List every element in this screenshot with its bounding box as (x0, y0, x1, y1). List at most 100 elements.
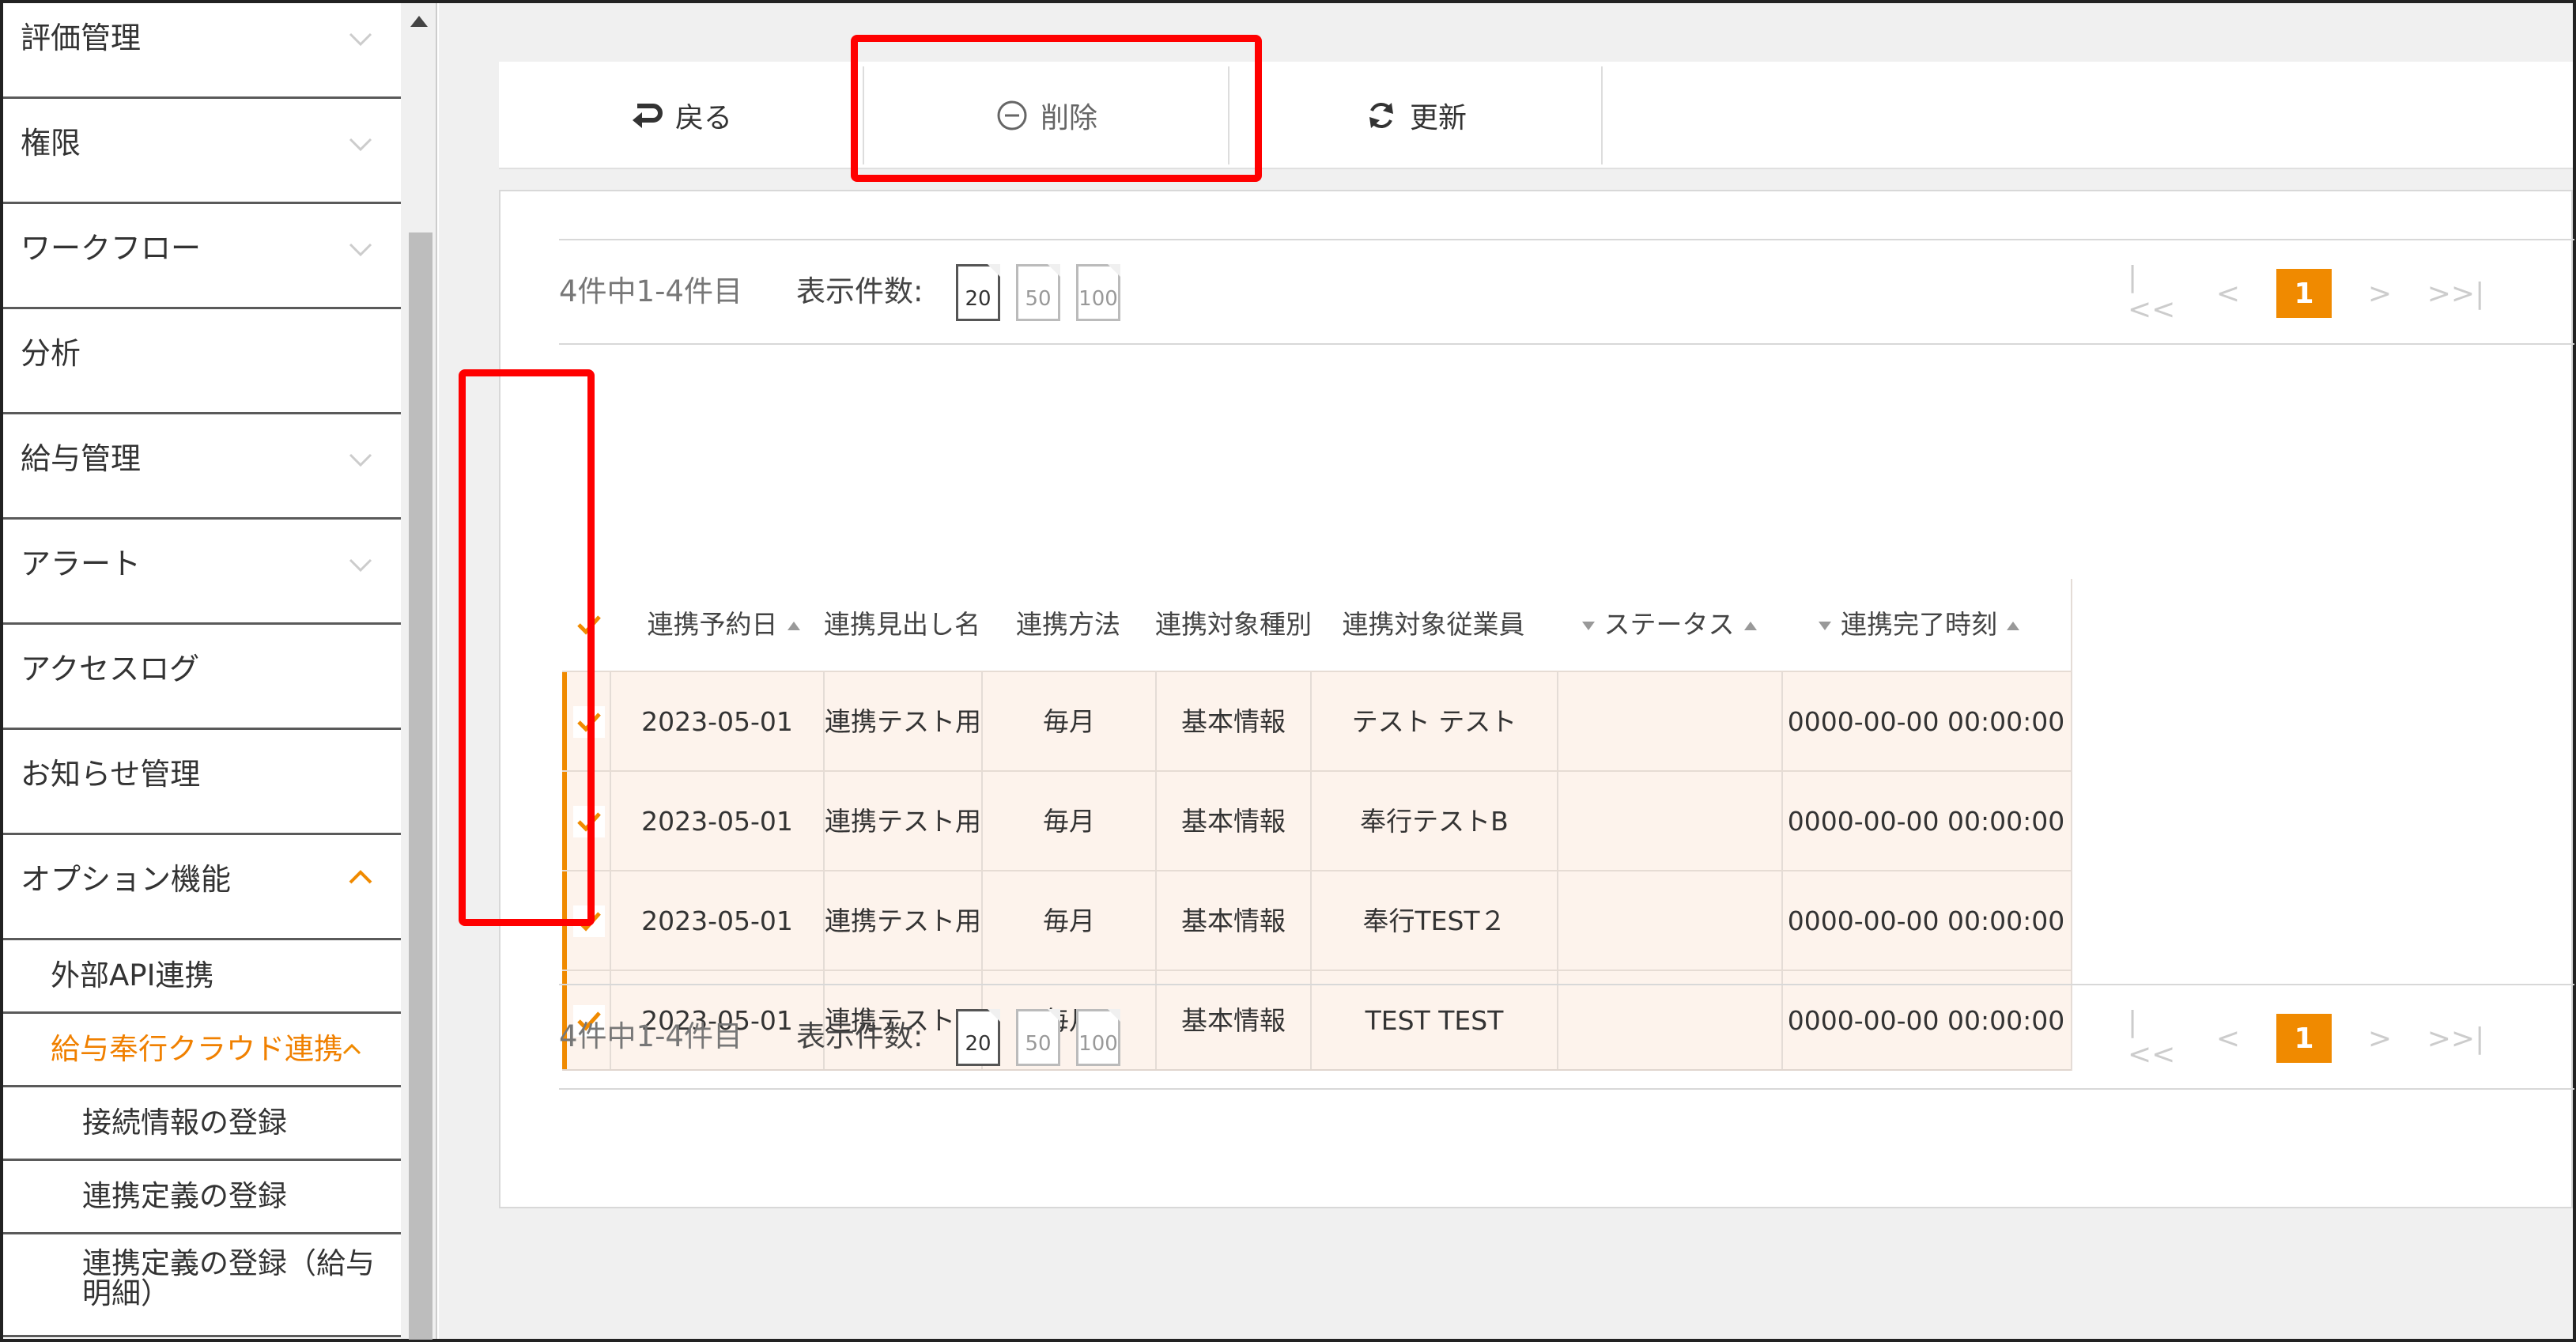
toolbar-divider (1601, 66, 1603, 164)
select-all-checkbox[interactable] (572, 607, 606, 642)
cell-status (1558, 871, 1781, 971)
first-page-icon[interactable]: |<< (2128, 261, 2183, 326)
sort-desc-icon (1581, 622, 1595, 630)
sidebar-sub-label: 外部API連携 (51, 958, 214, 992)
column-header-employee[interactable]: 連携対象従業員 (1310, 579, 1557, 671)
page-size-50[interactable]: 50 (1016, 1009, 1060, 1066)
prev-page-icon[interactable]: < (2200, 269, 2256, 318)
sidebar-item-permission[interactable]: 権限 (3, 99, 401, 204)
last-page-icon[interactable]: >>| (2427, 1014, 2484, 1063)
page-size-50[interactable]: 50 (1016, 264, 1060, 321)
cell-method: 毎月 (1043, 706, 1095, 737)
cell-employee: 奉行テストB (1360, 806, 1509, 837)
table-row[interactable]: 2023-05-01 連携テスト用 毎月 基本情報 テスト テスト 0000-0… (562, 671, 2072, 772)
sidebar-item-payroll[interactable]: 給与管理 (3, 414, 401, 520)
sidebar-item-options[interactable]: オプション機能 (3, 835, 401, 940)
sidebar-sub-link-definition-payslip[interactable]: 連携定義の登録（給与明細） (3, 1234, 401, 1337)
first-page-icon[interactable]: |<< (2128, 1006, 2183, 1071)
refresh-button[interactable]: 更新 (1229, 62, 1601, 169)
row-checkbox[interactable] (572, 804, 606, 839)
scrollbar-thumb[interactable] (409, 232, 432, 1340)
sidebar-item-label: 給与管理 (21, 441, 142, 476)
next-page-icon[interactable]: > (2352, 1014, 2408, 1063)
cell-completed: 0000-00-00 00:00:00 (1787, 806, 2065, 837)
chevron-down-icon (349, 32, 372, 47)
sidebar-sub-connection-info[interactable]: 接続情報の登録 (3, 1087, 401, 1161)
delete-button[interactable]: 削除 (864, 62, 1228, 169)
cell-date: 2023-05-01 (641, 905, 793, 936)
last-page-icon[interactable]: >>| (2427, 269, 2484, 318)
current-page-button[interactable]: 1 (2276, 269, 2332, 318)
next-page-icon[interactable]: > (2352, 269, 2408, 318)
sidebar-item-analysis[interactable]: 分析 (3, 309, 401, 414)
row-selected-indicator (562, 772, 567, 871)
cell-date: 2023-05-01 (641, 806, 793, 837)
cell-type: 基本情報 (1181, 706, 1286, 737)
sidebar-item-workflow[interactable]: ワークフロー (3, 204, 401, 309)
sidebar-item-label: アクセスログ (21, 652, 200, 686)
sort-asc-icon (1743, 622, 1757, 630)
scroll-up-arrow-icon[interactable] (410, 16, 428, 27)
sidebar-sub-link-definition[interactable]: 連携定義の登録 (3, 1161, 401, 1234)
table-row[interactable]: 2023-05-01 連携テスト用 毎月 基本情報 奉行TEST２ 0000-0… (562, 870, 2072, 971)
page-size-100[interactable]: 100 (1076, 264, 1120, 321)
sidebar-item-alert[interactable]: アラート (3, 520, 401, 625)
sidebar-scrollbar[interactable] (401, 3, 437, 1340)
cell-employee: 奉行TEST２ (1362, 905, 1506, 936)
minus-circle-icon (997, 100, 1027, 130)
sidebar-item-label: お知らせ管理 (21, 757, 201, 792)
column-header-completed[interactable]: 連携完了時刻 (1781, 579, 2057, 671)
cell-title: 連携テスト用 (825, 706, 981, 737)
column-header-method[interactable]: 連携方法 (981, 579, 1155, 671)
back-button-label: 戻る (674, 102, 732, 134)
sidebar-item-label: アラート (21, 546, 142, 581)
cell-status (1558, 672, 1781, 772)
return-arrow-icon (632, 104, 663, 128)
chevron-down-icon (349, 453, 372, 467)
sidebar-item-evaluation[interactable]: 評価管理 (3, 3, 401, 99)
cell-title: 連携テスト用 (825, 905, 981, 936)
sort-desc-icon (1819, 622, 1831, 630)
sort-asc-icon (2007, 622, 2019, 630)
sidebar-item-label: ワークフロー (21, 231, 202, 266)
refresh-button-label: 更新 (1409, 102, 1467, 134)
sidebar-item-label: 評価管理 (21, 21, 142, 55)
sidebar-item-label: 分析 (21, 336, 81, 371)
sidebar-sub-label: 接続情報の登録 (82, 1106, 287, 1140)
sidebar-sub-kyuyo-bugyo[interactable]: 給与奉行クラウド連携 (3, 1014, 401, 1087)
sidebar-sub-external-api[interactable]: 外部API連携 (3, 940, 401, 1014)
row-checkbox[interactable] (572, 705, 606, 739)
current-page-button[interactable]: 1 (2276, 1014, 2332, 1063)
prev-page-icon[interactable]: < (2200, 1014, 2256, 1063)
sidebar-item-notice[interactable]: お知らせ管理 (3, 730, 401, 835)
row-checkbox[interactable] (572, 904, 606, 939)
page-size-100[interactable]: 100 (1076, 1009, 1120, 1066)
chevron-down-icon (349, 243, 372, 257)
sidebar-item-label: オプション機能 (21, 862, 232, 897)
column-header-label: ステータス (1603, 609, 1735, 640)
column-header-type[interactable]: 連携対象種別 (1155, 579, 1312, 671)
column-header-label: 連携方法 (1016, 609, 1120, 640)
chevron-up-icon (342, 1043, 361, 1055)
column-header-title[interactable]: 連携見出し名 (823, 579, 981, 671)
page-size-20[interactable]: 20 (956, 1009, 1000, 1066)
cell-status (1558, 772, 1781, 871)
column-header-label: 連携見出し名 (824, 609, 980, 640)
sidebar: 評価管理 権限 ワークフロー 分析 給与管理 アラート アクセスログ お知らせ管… (3, 3, 401, 1339)
main-content: 戻る 削除 更新 4件中1-4件目 表示件数: 20 50 100 |<< < … (439, 3, 2574, 1339)
page-size-20[interactable]: 20 (956, 264, 1000, 321)
cell-date: 2023-05-01 (641, 706, 793, 737)
column-header-status[interactable]: ステータス (1557, 579, 1781, 671)
list-panel: 4件中1-4件目 表示件数: 20 50 100 |<< < 1 > >>| 連… (499, 190, 2574, 1208)
toolbar: 戻る 削除 更新 (499, 62, 2573, 169)
back-button[interactable]: 戻る (499, 62, 863, 169)
sort-asc-icon (787, 622, 800, 630)
sidebar-sub-label: 給与奉行クラウド連携 (51, 1032, 343, 1066)
row-selected-indicator (562, 672, 567, 772)
sidebar-sub-label: 連携定義の登録（給与明細） (82, 1246, 375, 1310)
column-header-date[interactable]: 連携予約日 (629, 579, 818, 671)
cell-type: 基本情報 (1181, 905, 1286, 936)
table-row[interactable]: 2023-05-01 連携テスト用 毎月 基本情報 奉行テストB 0000-00… (562, 770, 2072, 871)
record-count: 4件中1-4件目 (559, 274, 742, 308)
sidebar-item-access-log[interactable]: アクセスログ (3, 625, 401, 730)
